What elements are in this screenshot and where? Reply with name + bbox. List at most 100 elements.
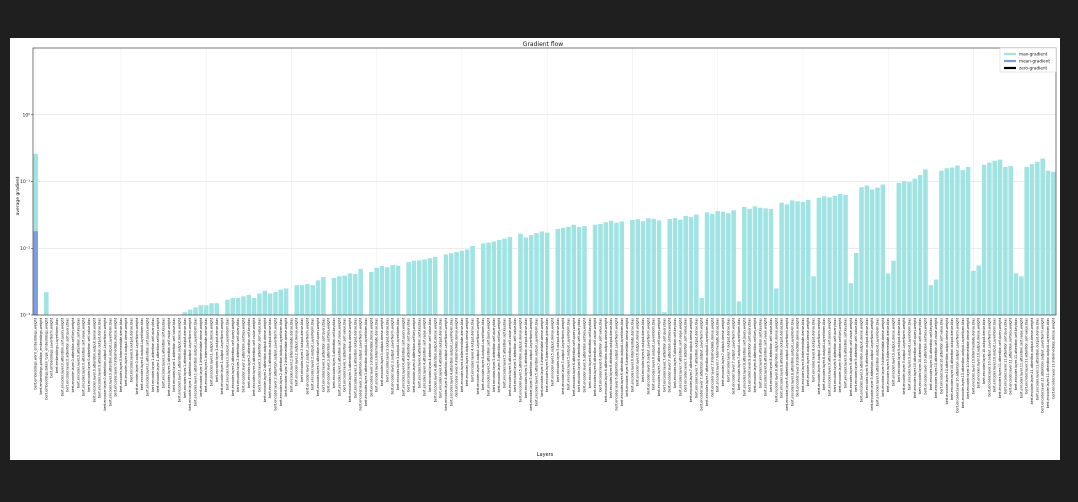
- max-gradient-bar: [869, 189, 875, 315]
- x-tick-label: bert.encoder.layer.7.output.dense.bias: [726, 318, 730, 382]
- x-tick-label: bert.encoder.layer.10.attention.self.key…: [923, 317, 927, 394]
- x-tick-label: bert.encoder.layer.4.attention.output.de…: [433, 317, 437, 402]
- x-tick-label: bert.encoder.layer.3.intermediate.dense.…: [369, 317, 373, 396]
- x-tick-label: bert.encoder.layer.1.intermediate.dense.…: [204, 318, 208, 392]
- x-tick-label: bert.encoder.layer.1.attention.output.de…: [178, 317, 182, 402]
- x-tick-label: bert.encoder.layer.9.intermediate.dense.…: [886, 318, 890, 392]
- max-gradient-bar: [955, 165, 960, 315]
- max-gradient-bar: [1008, 166, 1013, 315]
- max-gradient-bar: [464, 249, 470, 315]
- x-tick-label: bert.encoder.layer.11.attention.self.key…: [1014, 318, 1018, 390]
- max-gradient-bar: [667, 218, 672, 315]
- max-gradient-bar: [864, 185, 870, 315]
- x-tick-label: bert.encoder.layer.3.attention.output.La…: [364, 318, 368, 406]
- x-tick-label: bert.encoder.layer.7.intermediate.dense.…: [716, 318, 720, 392]
- x-tick-label: bert.encoder.layer.0.attention.output.de…: [92, 317, 96, 402]
- x-tick-label: bert.encoder.layer.0.attention.self.key.…: [76, 318, 80, 388]
- x-tick-label: bert.encoder.layer.3.output.dense.weight: [380, 317, 384, 386]
- x-tick-label: bert.encoder.layer.10.attention.output.L…: [961, 318, 965, 409]
- max-gradient-bar: [774, 288, 779, 315]
- x-tick-label: bert.encoder.layer.4.intermediate.dense.…: [455, 317, 459, 396]
- max-gradient-bar: [299, 285, 305, 315]
- mean-gradient-bar: [33, 231, 38, 315]
- max-gradient-bar: [821, 196, 827, 315]
- max-gradient-bar: [241, 296, 246, 315]
- max-gradient-bar: [459, 250, 465, 315]
- max-gradient-bar: [198, 305, 204, 315]
- max-gradient-bar: [816, 197, 822, 315]
- max-gradient-bar: [44, 292, 49, 315]
- x-tick-label: bert.encoder.layer.8.attention.self.key.…: [758, 318, 762, 388]
- x-tick-label: bert.encoder.layer.6.attention.self.valu…: [598, 318, 602, 392]
- max-gradient-bar: [837, 193, 843, 315]
- x-tick-label: bert.encoder.layer.7.attention.output.de…: [694, 318, 698, 398]
- x-tick-labels: bert.embeddings.word_embeddings.weight be…: [34, 317, 1056, 412]
- x-tick-label: bert.encoder.layer.9.attention.output.de…: [865, 318, 869, 398]
- x-tick-label: bert.encoder.layer.2.attention.self.key.…: [241, 317, 245, 392]
- y-tick-label: 10⁰: [22, 112, 30, 118]
- x-tick-label: bert.encoder.layer.0.output.LayerNorm.we…: [135, 317, 139, 394]
- max-gradient-bar: [305, 284, 310, 315]
- max-gradient-bar: [187, 309, 193, 315]
- x-tick-label: bert.encoder.layer.8.attention.self.quer…: [748, 318, 752, 392]
- max-gradient-bar: [619, 221, 625, 315]
- max-gradient-bar: [331, 277, 337, 315]
- x-tick-label: bert.encoder.layer.3.attention.self.key.…: [332, 318, 336, 388]
- max-gradient-bar: [502, 238, 507, 315]
- x-tick-label: bert.encoder.layer.1.attention.output.La…: [188, 317, 192, 410]
- max-gradient-bar: [763, 208, 768, 315]
- max-gradient-bar: [923, 169, 928, 315]
- legend: max-gradient mean-gradient zero-gradient: [999, 47, 1057, 73]
- x-tick-label: bert.encoder.layer.3.intermediate.dense.…: [375, 318, 379, 392]
- max-gradient-bar: [715, 211, 720, 315]
- max-gradient-bar: [369, 272, 374, 315]
- max-gradient-bar: [896, 182, 902, 315]
- x-tick-label: bert.encoder.layer.6.intermediate.dense.…: [630, 318, 634, 392]
- x-tick-label: bert.encoder.layer.3.attention.self.valu…: [343, 318, 347, 392]
- max-gradient-bar: [182, 312, 188, 315]
- x-tick-label: bert.encoder.layer.9.output.LayerNorm.we…: [902, 317, 906, 394]
- x-tick-label: bert.encoder.layer.5.attention.output.La…: [529, 317, 533, 410]
- max-gradient-bar: [678, 219, 683, 315]
- max-gradient-bar: [1040, 158, 1045, 315]
- max-gradient-bar: [395, 265, 401, 315]
- x-tick-label: bert.encoder.layer.1.attention.self.quer…: [151, 318, 155, 392]
- chart-title: Gradient flow: [523, 41, 563, 48]
- max-gradient-bar: [736, 301, 742, 315]
- x-tick-label: bert.encoder.layer.9.attention.self.key.…: [844, 318, 848, 388]
- x-tick-label: bert.encoder.layer.8.attention.output.de…: [774, 317, 778, 402]
- x-tick-label: bert.encoder.layer.2.intermediate.dense.…: [284, 317, 288, 396]
- x-tick-label: bert.encoder.layer.0.intermediate.dense.…: [114, 317, 118, 396]
- x-tick-label: bert.encoder.layer.10.output.dense.weigh…: [977, 317, 981, 388]
- x-tick-label: bert.encoder.layer.1.attention.self.valu…: [172, 318, 176, 392]
- x-tick-label: bert.encoder.layer.7.attention.output.La…: [700, 317, 704, 410]
- x-tick-label: bert.encoder.layer.8.intermediate.dense.…: [796, 317, 800, 396]
- x-tick-label: bert.encoder.layer.11.attention.self.key…: [1009, 317, 1013, 394]
- x-tick-label: bert.encoder.layer.0.attention.output.La…: [103, 317, 107, 410]
- max-gradient-bar: [1029, 164, 1035, 315]
- max-gradient-bar: [576, 227, 582, 315]
- x-axis-label: Layers: [537, 452, 554, 458]
- x-tick-label: bert.encoder.layer.6.attention.self.quer…: [572, 317, 576, 396]
- x-tick-label: bert.encoder.layer.7.attention.self.valu…: [678, 317, 682, 396]
- max-gradient-bar: [257, 293, 262, 315]
- x-tick-label: bert.encoder.layer.0.attention.output.La…: [108, 318, 112, 406]
- max-gradient-bar: [928, 285, 934, 315]
- x-tick-label: bert.encoder.layer.4.attention.self.valu…: [423, 317, 427, 396]
- x-tick-label: bert.encoder.layer.2.attention.self.quer…: [231, 317, 235, 396]
- x-tick-label: bert.encoder.layer.9.attention.self.key.…: [838, 317, 842, 392]
- x-tick-label: bert.encoder.layer.2.attention.output.La…: [279, 318, 283, 406]
- x-tick-label: bert.encoder.layer.2.attention.self.key.…: [247, 318, 251, 388]
- x-tick-label: bert.encoder.layer.8.attention.output.de…: [780, 318, 784, 398]
- x-tick-label: bert.encoder.layer.5.attention.output.La…: [535, 318, 539, 406]
- x-tick-label: bert.encoder.layer.8.attention.output.La…: [790, 318, 794, 406]
- gradient-flow-chart: Gradient flow average gradient Layers 10…: [15, 41, 1057, 458]
- x-tick-label: bert.encoder.layer.0.intermediate.dense.…: [119, 318, 123, 392]
- x-tick-label: bert.encoder.layer.10.intermediate.dense…: [966, 317, 970, 398]
- max-gradient-bar: [795, 201, 800, 315]
- max-gradient-bar: [726, 213, 731, 315]
- max-gradient-bar: [353, 274, 358, 315]
- x-tick-label: bert.encoder.layer.6.attention.output.La…: [620, 318, 624, 406]
- max-gradient-bar: [789, 200, 795, 315]
- max-gradient-bar: [315, 280, 321, 315]
